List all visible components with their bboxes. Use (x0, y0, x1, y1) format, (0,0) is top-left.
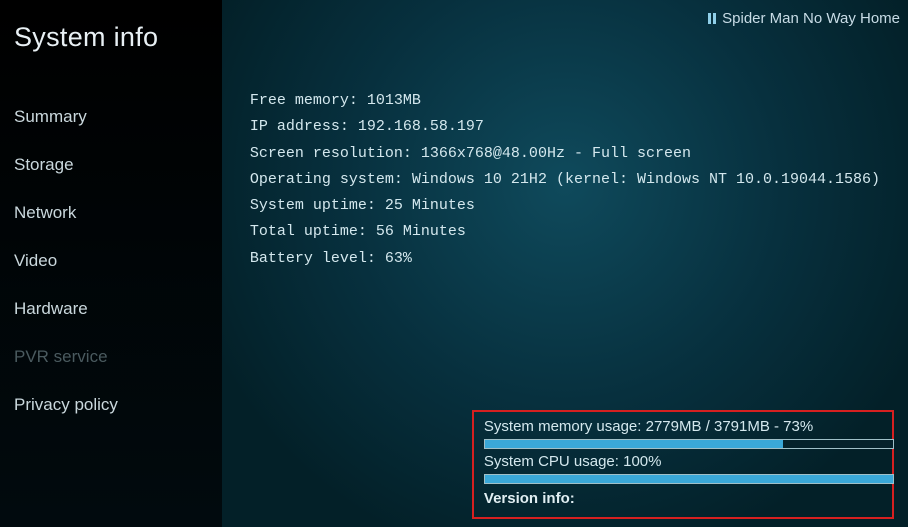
pause-icon (708, 13, 716, 24)
operating-system: Operating system: Windows 10 21H2 (kerne… (250, 167, 880, 193)
battery-level: Battery level: 63% (250, 246, 880, 272)
nav-network[interactable]: Network (0, 189, 222, 237)
nav-summary[interactable]: Summary (0, 93, 222, 141)
cpu-progress-bar (484, 474, 894, 484)
version-info-label: Version info: (484, 490, 882, 507)
nav-pvr-service: PVR service (0, 333, 222, 381)
cpu-progress-fill (485, 475, 893, 483)
usage-section: System memory usage: 2779MB / 3791MB - 7… (472, 410, 894, 519)
nav-storage[interactable]: Storage (0, 141, 222, 189)
free-memory: Free memory: 1013MB (250, 88, 880, 114)
memory-usage-label: System memory usage: 2779MB / 3791MB - 7… (484, 418, 882, 435)
cpu-usage-row: System CPU usage: 100% (484, 453, 882, 484)
now-playing[interactable]: Spider Man No Way Home (708, 10, 900, 27)
memory-progress-bar (484, 439, 894, 449)
page-title: System info (0, 12, 222, 73)
memory-usage-row: System memory usage: 2779MB / 3791MB - 7… (484, 418, 882, 449)
cpu-usage-label: System CPU usage: 100% (484, 453, 882, 470)
screen-resolution: Screen resolution: 1366x768@48.00Hz - Fu… (250, 141, 880, 167)
ip-address: IP address: 192.168.58.197 (250, 114, 880, 140)
nav-list: Summary Storage Network Video Hardware P… (0, 73, 222, 429)
memory-progress-fill (485, 440, 783, 448)
system-uptime: System uptime: 25 Minutes (250, 193, 880, 219)
total-uptime: Total uptime: 56 Minutes (250, 219, 880, 245)
sidebar: System info Summary Storage Network Vide… (0, 0, 222, 527)
system-info-block: Free memory: 1013MB IP address: 192.168.… (222, 0, 908, 272)
now-playing-title: Spider Man No Way Home (722, 10, 900, 27)
nav-privacy-policy[interactable]: Privacy policy (0, 381, 222, 429)
main-panel: Spider Man No Way Home Free memory: 1013… (222, 0, 908, 527)
nav-hardware[interactable]: Hardware (0, 285, 222, 333)
nav-video[interactable]: Video (0, 237, 222, 285)
